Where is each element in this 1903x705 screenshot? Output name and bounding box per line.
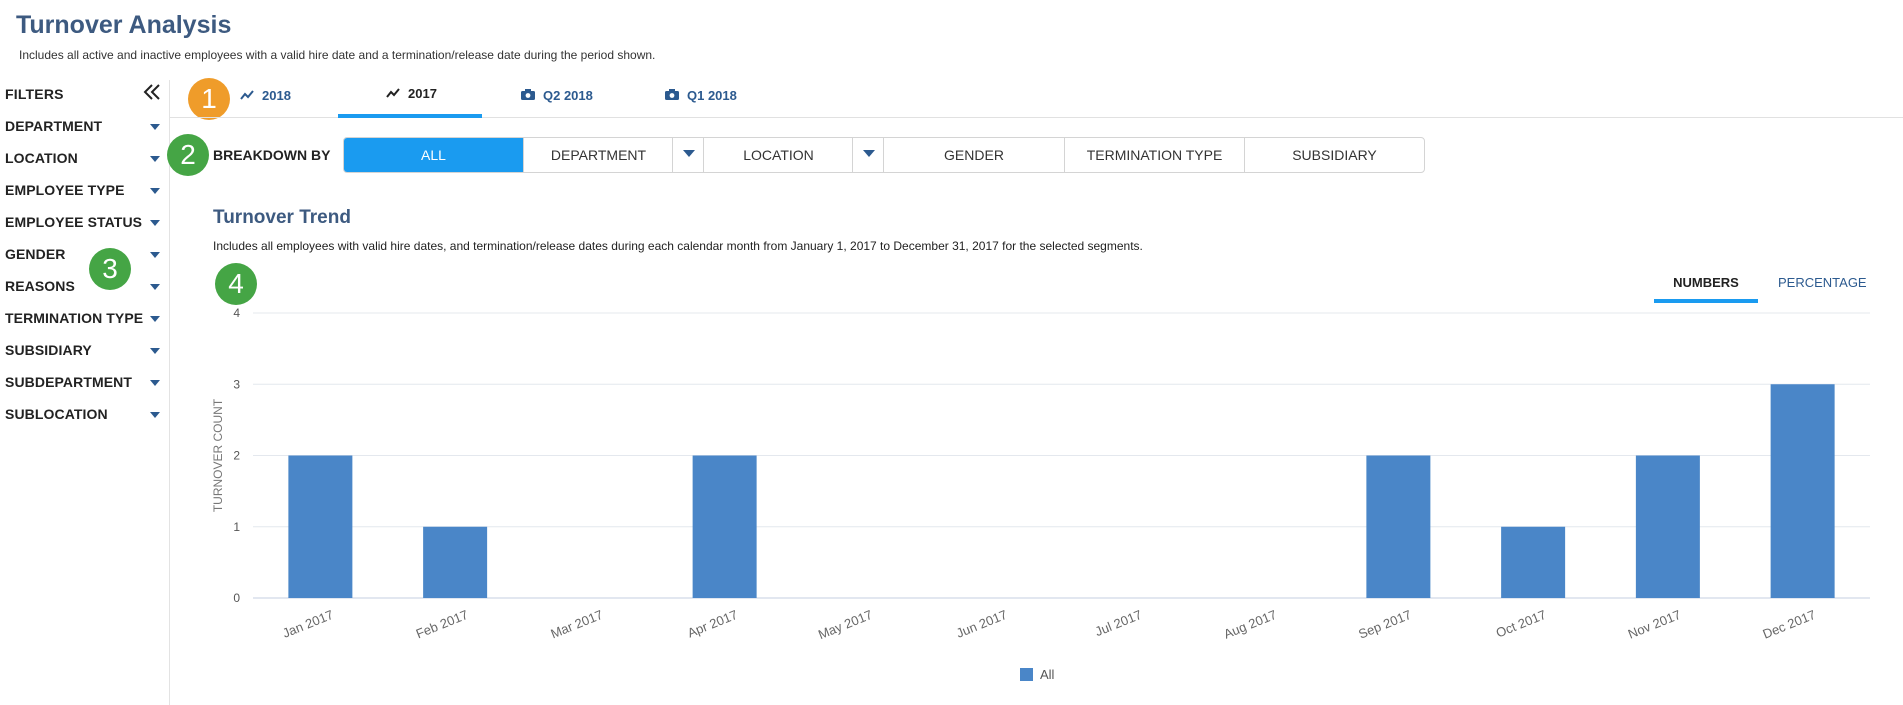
y-tick-label: 0	[233, 591, 240, 605]
y-tick-label: 2	[233, 449, 240, 463]
x-tick-label: Jul 2017	[1093, 607, 1144, 639]
legend-swatch	[1020, 668, 1033, 681]
x-tick-label: Dec 2017	[1761, 607, 1818, 642]
bar	[1635, 455, 1700, 598]
bar	[1366, 455, 1431, 598]
x-tick-label: Feb 2017	[414, 607, 471, 641]
bar	[288, 455, 353, 598]
turnover-trend-chart: 0 1 2 3 4 TURNOVER COUNT Jan 2017 Feb 2017 Mar 2…	[211, 306, 1870, 682]
bar	[423, 526, 488, 598]
x-tick-label: Jan 2017	[280, 607, 335, 641]
x-tick-label: Nov 2017	[1626, 607, 1683, 642]
bar	[692, 455, 757, 598]
x-tick-label: Oct 2017	[1494, 607, 1549, 641]
x-tick-label: Mar 2017	[548, 607, 605, 641]
legend-label: All	[1040, 667, 1055, 682]
x-tick-label: Sep 2017	[1356, 607, 1413, 642]
y-tick-label: 1	[233, 520, 240, 534]
x-tick-label: Apr 2017	[685, 607, 740, 641]
x-tick-label: May 2017	[816, 607, 875, 642]
y-axis-label: TURNOVER COUNT	[211, 398, 225, 512]
y-tick-label: 4	[233, 306, 240, 320]
x-tick-label: Jun 2017	[954, 607, 1009, 641]
x-tick-label: Aug 2017	[1222, 607, 1279, 642]
bar	[1770, 384, 1835, 598]
bar	[1501, 526, 1566, 598]
y-tick-label: 3	[233, 377, 240, 391]
